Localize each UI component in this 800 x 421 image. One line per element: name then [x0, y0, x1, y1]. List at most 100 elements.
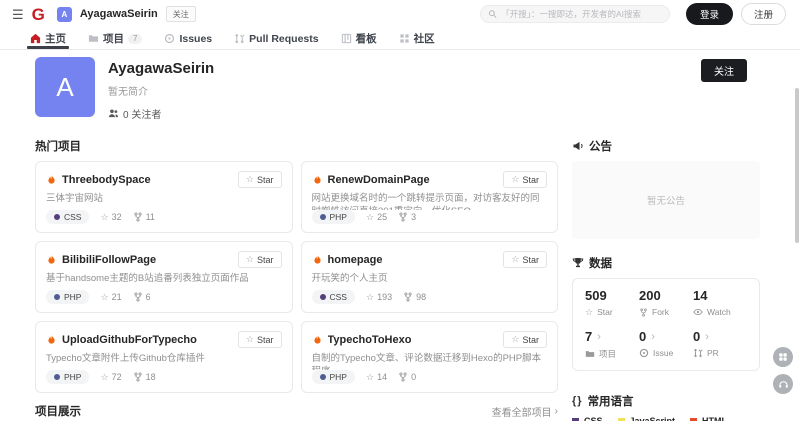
tab-home[interactable]: 主页 [30, 28, 66, 49]
project-card[interactable]: UploadGithubForTypecho ☆Star Typecho文章附件… [35, 321, 293, 393]
star-button[interactable]: ☆Star [238, 171, 282, 188]
flame-icon [46, 174, 57, 186]
community-icon [399, 33, 410, 44]
project-name[interactable]: RenewDomainPage [328, 174, 430, 186]
star-icon: ☆ [511, 335, 519, 344]
popular-projects-title: 热门项目 [35, 138, 558, 153]
showcase-title: 项目展示 [35, 403, 81, 419]
tab-pull-requests-label: Pull Requests [249, 33, 318, 45]
main-content: 热门项目 ThreebodySpace ☆Star 三体宇宙网站 CSS ☆32… [0, 132, 800, 421]
stat-projects-link[interactable]: 7› 项目 [585, 329, 639, 360]
fork-icon [133, 212, 143, 222]
tab-pull-requests[interactable]: Pull Requests [234, 28, 318, 49]
tab-board[interactable]: 看板 [341, 28, 377, 49]
stat-watch: 14 Watch [693, 288, 747, 317]
star-button[interactable]: ☆Star [503, 251, 547, 268]
headset-icon [778, 379, 789, 390]
app-grid-icon [778, 352, 788, 362]
profile-avatar: A [35, 57, 95, 117]
project-description: 基于handsome主题的B站追番列表独立页面作品 [46, 272, 282, 290]
profile-bio: 暂无简介 [108, 83, 214, 98]
tab-community[interactable]: 社区 [399, 28, 435, 49]
languages-section: {} 常用语言 CSS JavaScript HTML Lua PHP [572, 393, 760, 421]
fork-count: 11 [133, 212, 155, 222]
project-name[interactable]: ThreebodySpace [62, 174, 151, 186]
language-dot [54, 374, 60, 380]
view-all-projects-link[interactable]: 查看全部项目› [492, 404, 558, 419]
project-name[interactable]: BilibiliFollowPage [62, 254, 156, 266]
fork-icon [133, 292, 143, 302]
issue-icon [164, 33, 175, 44]
page-scrollbar[interactable] [795, 88, 799, 243]
search-input[interactable] [501, 9, 662, 19]
stat-prs-link[interactable]: 0› PR [693, 329, 747, 360]
star-count: ☆72 [100, 372, 121, 382]
announcement-empty-text: 暂无公告 [647, 193, 685, 207]
star-icon: ☆ [585, 308, 593, 317]
tab-issues[interactable]: Issues [164, 28, 212, 49]
announcement-title: 公告 [589, 138, 612, 154]
language-color-swatch [618, 418, 625, 421]
profile-tabbar: 主页 项目 7 Issues Pull Requests 看板 社区 [0, 28, 800, 50]
customer-service-float-button[interactable] [773, 374, 793, 394]
star-icon: ☆ [511, 175, 519, 184]
star-icon: ☆ [366, 293, 374, 302]
chevron-right-icon: › [597, 331, 601, 343]
star-icon: ☆ [100, 293, 108, 302]
gitee-profile-page: ☰ G A AyagawaSeirin 关注 登录 注册 主页 项目 7 Iss… [0, 0, 800, 421]
language-badge: PHP [46, 370, 89, 384]
project-card[interactable]: TypechoToHexo ☆Star 自制的Typecho文章、评论数据迁移到… [301, 321, 559, 393]
project-description: 网站更换域名时的一个跳转提示页面，对访客友好的同时蜘蛛访问直接301重定向，优化… [312, 192, 548, 210]
search-box[interactable] [480, 5, 670, 23]
sidebar: 公告 暂无公告 数据 509 ☆Star 200 [572, 138, 760, 421]
language-dot [54, 294, 60, 300]
fork-icon [403, 292, 413, 302]
star-button[interactable]: ☆Star [238, 251, 282, 268]
project-name[interactable]: UploadGithubForTypecho [62, 334, 197, 346]
follow-button[interactable]: 关注 [701, 59, 747, 82]
flame-icon [46, 334, 57, 346]
project-description: 开玩笑的个人主页 [312, 272, 548, 290]
language-item: CSS [572, 416, 603, 421]
showcase-header: 项目展示 查看全部项目› [35, 403, 558, 419]
eye-icon [693, 307, 703, 317]
star-count: ☆14 [366, 372, 387, 382]
login-button[interactable]: 登录 [686, 3, 733, 25]
tab-issues-label: Issues [179, 33, 212, 45]
fork-count: 0 [398, 372, 416, 382]
star-count: ☆21 [100, 292, 121, 302]
board-icon [341, 33, 352, 44]
star-button[interactable]: ☆Star [503, 331, 547, 348]
star-icon: ☆ [366, 373, 374, 382]
megaphone-icon [572, 140, 584, 152]
tab-projects[interactable]: 项目 7 [88, 28, 142, 49]
project-description: Typecho文章附件上传Github仓库插件 [46, 352, 282, 370]
register-button[interactable]: 注册 [741, 3, 786, 25]
fork-icon [398, 372, 408, 382]
gitee-logo[interactable]: G [32, 6, 45, 23]
languages-title: 常用语言 [588, 393, 634, 409]
star-button[interactable]: ☆Star [238, 331, 282, 348]
navbar-username[interactable]: AyagawaSeirin [80, 8, 158, 20]
project-card[interactable]: homepage ☆Star 开玩笑的个人主页 CSS ☆193 98 [301, 241, 559, 313]
project-card[interactable]: ThreebodySpace ☆Star 三体宇宙网站 CSS ☆32 11 [35, 161, 293, 233]
navbar-follow-chip[interactable]: 关注 [166, 6, 196, 22]
app-download-float-button[interactable] [773, 347, 793, 367]
project-name[interactable]: TypechoToHexo [328, 334, 412, 346]
star-button[interactable]: ☆Star [503, 171, 547, 188]
hamburger-menu-icon[interactable]: ☰ [12, 8, 24, 21]
project-name[interactable]: homepage [328, 254, 383, 266]
language-legend: CSS JavaScript HTML Lua PHP [572, 416, 760, 421]
search-icon [488, 9, 497, 19]
fork-count: 18 [133, 372, 156, 382]
stat-issues-link[interactable]: 0› Issue [639, 329, 693, 360]
profile-header: A AyagawaSeirin 暂无简介 0 关注者 关注 [0, 50, 800, 132]
language-dot [54, 214, 60, 220]
projects-count-badge: 7 [128, 34, 142, 44]
project-card[interactable]: RenewDomainPage ☆Star 网站更换域名时的一个跳转提示页面，对… [301, 161, 559, 233]
followers-row[interactable]: 0 关注者 [108, 106, 214, 121]
tab-projects-label: 项目 [103, 31, 124, 46]
popular-projects-section: 热门项目 ThreebodySpace ☆Star 三体宇宙网站 CSS ☆32… [35, 138, 558, 421]
project-card[interactable]: BilibiliFollowPage ☆Star 基于handsome主题的B站… [35, 241, 293, 313]
code-braces-icon: {} [572, 395, 583, 407]
